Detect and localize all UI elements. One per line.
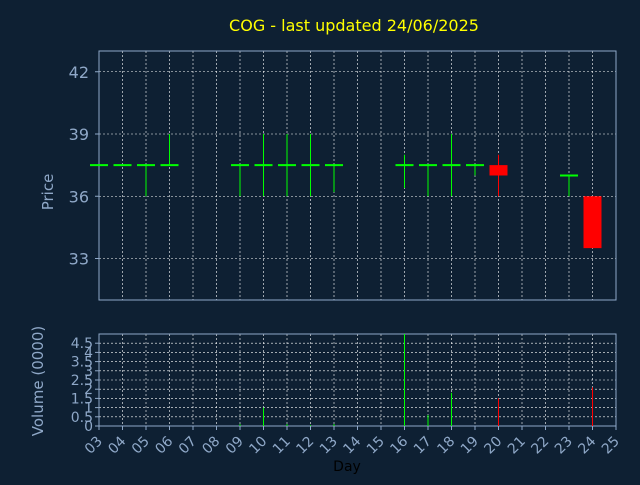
day-tick-label: 21 xyxy=(505,434,529,458)
day-tick-label: 25 xyxy=(599,434,623,458)
candle xyxy=(395,154,414,188)
candle xyxy=(489,154,508,197)
day-tick-label: 08 xyxy=(199,434,223,458)
chart-title: COG - last updated 24/06/2025 xyxy=(229,16,479,35)
candle xyxy=(231,164,249,197)
price-tick-label: 36 xyxy=(69,187,89,206)
candle xyxy=(301,134,320,197)
day-tick-label: 12 xyxy=(293,434,317,458)
price-tick-label: 42 xyxy=(69,63,89,82)
chart-canvas: COG - last updated 24/06/2025 33 36 39 42 P… xyxy=(0,0,640,480)
candle xyxy=(560,174,578,197)
day-x-ticks: 03 04 05 06 07 08 09 10 11 12 13 14 15 16 17 18 19 20 21 22… xyxy=(82,426,623,457)
candle xyxy=(278,134,296,197)
price-volume-chart: COG - last updated 24/06/2025 33 36 39 42 P… xyxy=(29,16,623,475)
candle xyxy=(254,134,273,197)
volume-y-ticks: 00.511.522.533.544.5 xyxy=(71,336,99,435)
day-tick-label: 20 xyxy=(481,434,505,458)
candle xyxy=(137,164,155,197)
volume-axis-label: Volume (0000) xyxy=(29,326,47,436)
day-tick-label: 22 xyxy=(528,434,552,458)
day-tick-label: 15 xyxy=(364,434,388,458)
day-tick-label: 03 xyxy=(82,434,106,458)
candle xyxy=(583,196,602,249)
candle xyxy=(160,134,179,167)
price-grid xyxy=(98,51,617,300)
day-tick-label: 05 xyxy=(129,434,153,458)
price-axis-label: Price xyxy=(39,174,57,211)
day-tick-label: 23 xyxy=(552,434,576,458)
day-tick-label: 10 xyxy=(246,434,270,458)
day-tick-label: 04 xyxy=(105,433,129,457)
day-tick-label: 11 xyxy=(270,434,294,458)
candle-body xyxy=(489,165,508,176)
day-tick-label: 09 xyxy=(223,434,247,458)
candle xyxy=(325,164,343,193)
price-tick-label: 33 xyxy=(69,250,89,269)
price-tick-label: 39 xyxy=(69,125,89,144)
day-tick-label: 16 xyxy=(387,433,411,457)
day-tick-label: 24 xyxy=(575,433,599,457)
day-tick-label: 17 xyxy=(411,434,435,458)
day-tick-label: 06 xyxy=(152,433,176,457)
volume-grid xyxy=(98,334,617,427)
day-tick-label: 07 xyxy=(176,434,200,458)
volume-tick-label: 4.5 xyxy=(71,336,93,352)
day-tick-label: 19 xyxy=(458,434,482,458)
candle xyxy=(466,164,484,176)
day-axis-label: Day xyxy=(333,459,361,475)
candle xyxy=(419,164,437,197)
candlestick-series xyxy=(90,134,602,249)
candle xyxy=(442,134,461,197)
day-tick-label: 14 xyxy=(340,433,364,457)
candle-body xyxy=(583,196,602,249)
day-tick-label: 13 xyxy=(317,434,341,458)
day-tick-label: 18 xyxy=(434,434,458,458)
